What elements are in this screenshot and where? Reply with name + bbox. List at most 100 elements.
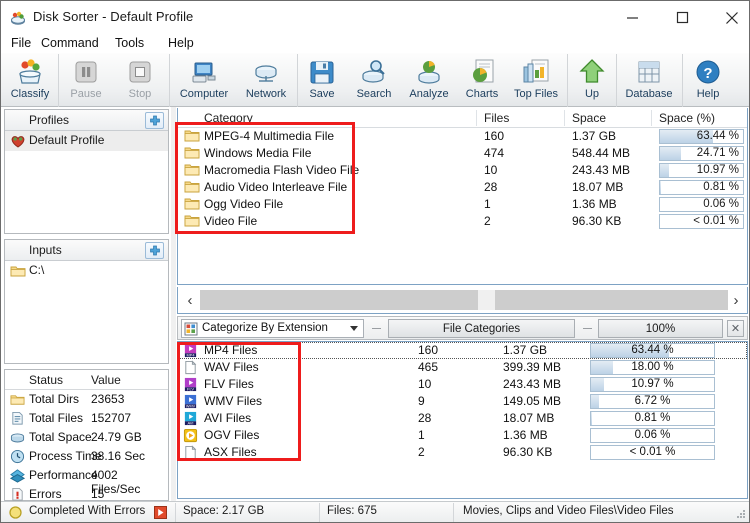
analyze-icon: [414, 57, 444, 87]
extension-percent-label: < 0.01 %: [629, 446, 676, 458]
category-space-percent-label: 24.71 %: [696, 147, 739, 159]
col-files[interactable]: Files: [484, 111, 509, 125]
table-row[interactable]: Video File 2 96.30 KB < 0.01 %: [178, 213, 747, 230]
toolbar-button-database[interactable]: Database: [619, 54, 679, 107]
toolbar-button-pause[interactable]: Pause: [61, 54, 111, 107]
scroll-right-arrow[interactable]: ›: [726, 291, 746, 310]
col-space[interactable]: Space: [572, 111, 606, 125]
list-item[interactable]: WMV WMV Files 9 149.05 MB 6.72 %: [178, 393, 747, 410]
category-name: Windows Media File: [204, 146, 312, 160]
list-item[interactable]: ASX Files 2 96.30 KB < 0.01 %: [178, 444, 747, 461]
extension-files: 28: [418, 411, 432, 425]
file-categories-button[interactable]: File Categories: [388, 319, 575, 338]
menu-command[interactable]: Command: [37, 35, 103, 51]
scrollbar-track[interactable]: [200, 290, 728, 310]
list-item[interactable]: WAV Files 465 399.39 MB 18.00 %: [178, 359, 747, 376]
list-item[interactable]: MP4 MP4 Files 160 1.37 GB 63.44 %: [178, 342, 747, 359]
list-item[interactable]: FLV FLV Files 10 243.43 MB 10.97 %: [178, 376, 747, 393]
toolbar-label-database: Database: [625, 88, 673, 100]
chevron-down-icon[interactable]: [350, 326, 358, 331]
extension-percent-bar: < 0.01 %: [590, 445, 715, 460]
extension-percent-bar: 63.44 %: [590, 343, 715, 358]
category-list[interactable]: Category Files Space Space (%) MPEG-4 Mu…: [177, 108, 748, 285]
status-row-total-space: Total Space 24.79 GB: [5, 428, 168, 447]
col-space-pct[interactable]: Space (%): [659, 111, 715, 125]
disk-sorter-window: Disk Sorter - Default Profile File Comma…: [0, 0, 750, 523]
categorize-by-dropdown[interactable]: Categorize By Extension: [181, 319, 364, 338]
toolbar-button-up[interactable]: Up: [570, 54, 614, 107]
extension-files: 1: [418, 428, 425, 442]
error-icon: [10, 487, 25, 502]
profile-item-default[interactable]: Default Profile: [5, 131, 168, 151]
menu-tools[interactable]: Tools: [111, 35, 148, 51]
table-row[interactable]: Macromedia Flash Video File 10 243.43 MB…: [178, 162, 747, 179]
search-icon: [359, 57, 389, 87]
category-files: 474: [484, 146, 505, 160]
toolbar-button-help[interactable]: ? Help: [687, 54, 729, 107]
horizontal-scrollbar[interactable]: ‹ ›: [177, 287, 748, 314]
add-profile-button[interactable]: [145, 112, 164, 129]
category-name: MPEG-4 Multimedia File: [204, 129, 335, 143]
flv-icon: FLV: [183, 377, 198, 392]
toolbar-button-search[interactable]: Search: [349, 54, 399, 107]
status-path-label: Movies, Clips and Video Files\Video File…: [463, 505, 674, 517]
close-button[interactable]: [709, 1, 749, 34]
vertical-splitter[interactable]: [171, 107, 176, 501]
categorize-by-value: Categorize By Extension: [202, 322, 328, 334]
input-item-c-drive[interactable]: C:\: [5, 261, 168, 281]
status-key: Performance: [29, 468, 98, 482]
toolbar-button-top-files[interactable]: Top Files: [507, 54, 565, 107]
folder-icon: [184, 146, 200, 161]
minimize-button[interactable]: [609, 1, 655, 34]
disk-icon: [10, 430, 25, 445]
extension-name: MP4 Files: [204, 343, 258, 357]
mp4-icon: MP4: [183, 343, 198, 358]
yellow-circle-icon: [9, 506, 22, 519]
menu-help[interactable]: Help: [164, 35, 198, 51]
status-key: Total Space: [29, 430, 92, 444]
add-input-button[interactable]: [145, 242, 164, 259]
classify-icon: [15, 57, 45, 87]
scrollbar-thumb[interactable]: [478, 290, 495, 310]
list-item[interactable]: AVI AVI Files 28 18.07 MB 0.81 %: [178, 410, 747, 427]
toolbar-button-network[interactable]: Network: [237, 54, 295, 107]
pause-icon: [71, 57, 101, 87]
extension-space: 96.30 KB: [503, 445, 553, 459]
toolbar-button-charts[interactable]: Charts: [459, 54, 505, 107]
inputs-panel-header: Inputs: [5, 240, 168, 261]
extension-list[interactable]: MP4 MP4 Files 160 1.37 GB 63.44 % WAV Fi…: [177, 341, 748, 499]
category-space-percent-label: 63.44 %: [696, 130, 739, 142]
table-row[interactable]: Ogg Video File 1 1.36 MB 0.06 %: [178, 196, 747, 213]
extension-files: 2: [418, 445, 425, 459]
category-space: 96.30 KB: [572, 214, 622, 228]
extension-percent-bar: 10.97 %: [590, 377, 715, 392]
folder-icon: [184, 214, 200, 229]
col-category[interactable]: Category: [204, 111, 253, 125]
red-error-icon[interactable]: [154, 506, 167, 519]
toolbar-button-computer[interactable]: Computer: [173, 54, 235, 107]
maximize-button[interactable]: [659, 1, 705, 34]
toolbar-button-save[interactable]: Save: [301, 54, 343, 107]
extension-files: 9: [418, 394, 425, 408]
resize-grip[interactable]: [734, 508, 746, 520]
profiles-panel: Profiles Default Profile: [4, 109, 169, 234]
table-row[interactable]: Windows Media File 474 548.44 MB 24.71 %: [178, 145, 747, 162]
menu-bar: File Command Tools Help: [1, 31, 749, 54]
close-view-button[interactable]: ✕: [727, 320, 744, 337]
table-row[interactable]: Audio Video Interleave File 28 18.07 MB …: [178, 179, 747, 196]
toolbar-button-analyze[interactable]: Analyze: [403, 54, 455, 107]
extension-space: 18.07 MB: [503, 411, 555, 425]
toolbar-button-classify[interactable]: Classify: [4, 54, 56, 107]
extension-name: ASX Files: [204, 445, 257, 459]
category-space: 1.36 MB: [572, 197, 617, 211]
table-row[interactable]: MPEG-4 Multimedia File 160 1.37 GB 63.44…: [178, 128, 747, 145]
scroll-left-arrow[interactable]: ‹: [180, 291, 200, 310]
extension-space: 1.36 MB: [503, 428, 548, 442]
menu-file[interactable]: File: [7, 35, 35, 51]
extension-percent-label: 0.81 %: [634, 412, 671, 424]
toolbar-button-stop[interactable]: Stop: [117, 54, 163, 107]
list-item[interactable]: OGV Files 1 1.36 MB 0.06 %: [178, 427, 747, 444]
category-files: 28: [484, 180, 498, 194]
toolbar-label-network: Network: [245, 88, 287, 100]
zoom-level-button[interactable]: 100%: [598, 319, 723, 338]
